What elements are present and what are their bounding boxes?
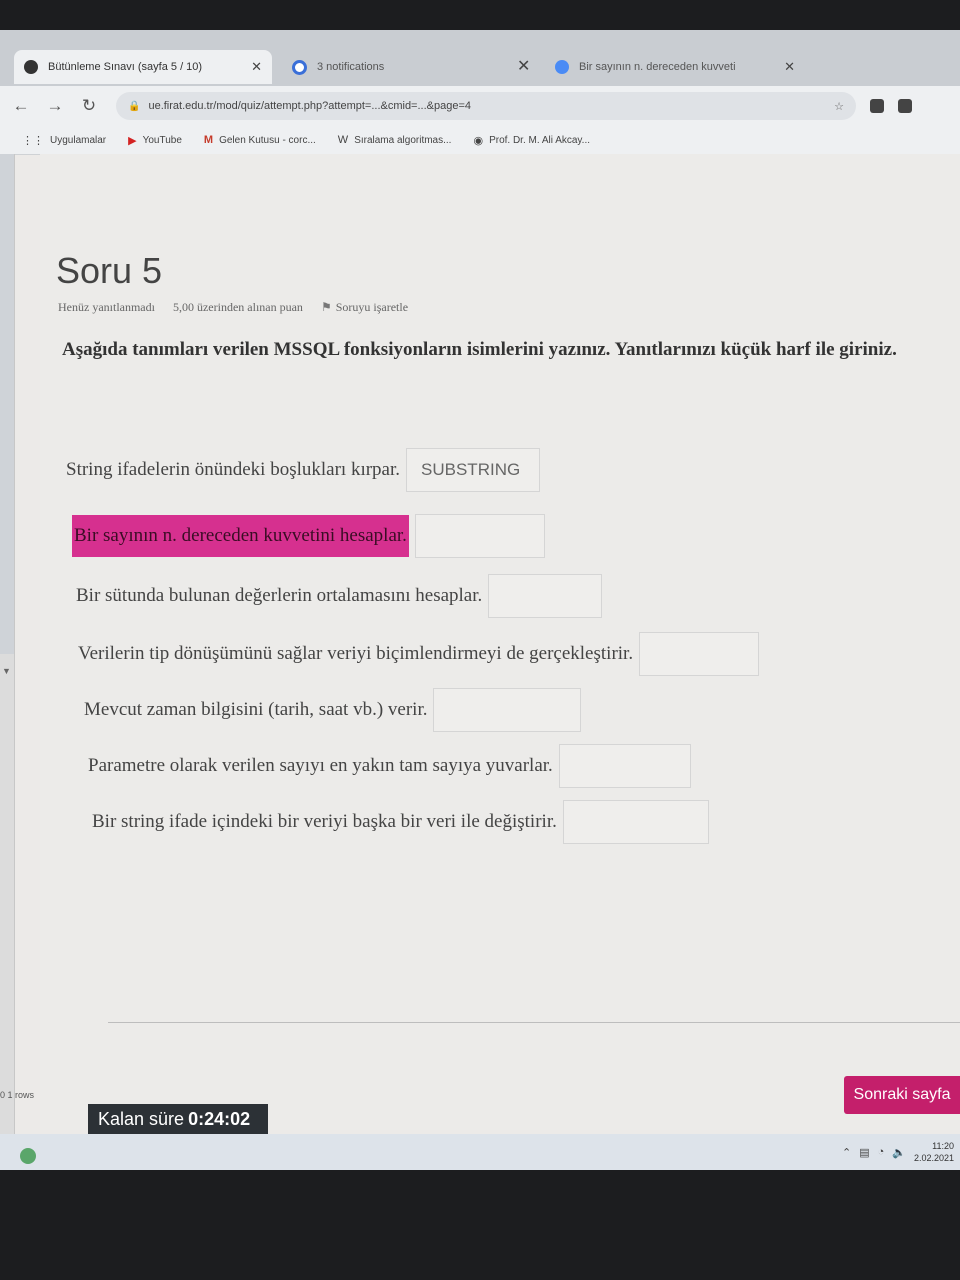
answer-label: String ifadelerin önündeki boşlukları kı… bbox=[66, 459, 401, 480]
bookmark-globe[interactable]: ◉ Prof. Dr. M. Ali Akcay... bbox=[473, 134, 590, 147]
notification-favicon-icon bbox=[292, 59, 307, 75]
volume-icon[interactable]: 🔈 bbox=[892, 1146, 906, 1159]
timer-value: 0:24:02 bbox=[188, 1108, 251, 1129]
answer-label: Bir sütunda bulunan değerlerin ortalamas… bbox=[76, 585, 483, 606]
question-info: Henüz yanıtlanmadı 5,00 üzerinden alınan… bbox=[58, 300, 408, 315]
next-page-button[interactable]: Sonraki sayfa bbox=[844, 1076, 960, 1114]
left-panel-block bbox=[0, 154, 14, 654]
answer-row: Bir string ifade içindeki bir veriyi baş… bbox=[92, 800, 709, 844]
wifi-icon[interactable]: ◔ bbox=[878, 1146, 885, 1158]
bookmark-label: Prof. Dr. M. Ali Akcay... bbox=[489, 134, 591, 146]
clock-date: 2.02.2021 bbox=[913, 1153, 954, 1163]
globe-icon: ◉ bbox=[473, 134, 484, 147]
url-text: ue.firat.edu.tr/mod/quiz/attempt.php?att… bbox=[148, 100, 472, 112]
lock-icon: 🔒 bbox=[128, 100, 141, 112]
answer-row: Bir sütunda bulunan değerlerin ortalamas… bbox=[76, 574, 603, 618]
answer-input[interactable] bbox=[406, 448, 541, 492]
question-text: Aşağıda tanımları verilen MSSQL fonksiyo… bbox=[62, 339, 897, 360]
question-title: Soru 5 bbox=[56, 250, 163, 291]
bookmarks-bar: ⋮⋮ Uygulamalar ▶ YouTube M Gelen Kutusu … bbox=[0, 126, 960, 155]
clock[interactable]: 11:20 2.02.2021 bbox=[914, 1140, 954, 1164]
answer-row: Parametre olarak verilen sayıyı en yakın… bbox=[88, 744, 691, 788]
answer-row: String ifadelerin önündeki boşlukları kı… bbox=[66, 448, 541, 492]
left-panel-sliver: ▼ bbox=[0, 154, 15, 1134]
question-status: Henüz yanıtlanmadı bbox=[58, 300, 155, 314]
answer-row-highlighted: Bir sayının n. dereceden kuvvetini hesap… bbox=[72, 514, 545, 558]
answer-label: Mevcut zaman bilgisini (tarih, saat vb.)… bbox=[84, 699, 428, 720]
answer-input[interactable] bbox=[558, 744, 691, 788]
answer-label: Parametre olarak verilen sayıyı en yakın… bbox=[88, 755, 553, 776]
divider bbox=[108, 1022, 960, 1023]
bookmark-label: Sıralama algoritmas... bbox=[354, 134, 452, 146]
tab-strip: Bütünleme Sınavı (sayfa 5 / 10) ✕ 3 noti… bbox=[0, 30, 960, 86]
answer-label: Bir sayının n. dereceden kuvvetini hesap… bbox=[72, 515, 409, 557]
back-arrow-icon[interactable]: ← bbox=[8, 96, 34, 116]
answer-row: Mevcut zaman bilgisini (tarih, saat vb.)… bbox=[84, 688, 582, 732]
bookmark-star-icon[interactable]: ☆ bbox=[834, 100, 844, 113]
moodle-favicon-icon bbox=[24, 60, 38, 74]
answer-row: Verilerin tip dönüşümünü sağlar veriyi b… bbox=[78, 632, 760, 676]
answer-label: Bir string ifade içindeki bir veriyi baş… bbox=[92, 811, 557, 832]
system-tray: ⌃ ▤ ◔ 🔈 11:20 2.02.2021 bbox=[842, 1134, 954, 1170]
tab-search[interactable]: Bir sayının n. dereceden kuvveti ✕ bbox=[545, 50, 805, 84]
timer-label: Kalan süre bbox=[98, 1108, 185, 1129]
close-tab-icon[interactable]: ✕ bbox=[784, 59, 795, 75]
close-tab-icon[interactable]: ✕ bbox=[517, 56, 530, 76]
answer-input[interactable] bbox=[639, 632, 760, 676]
tab-active-quiz[interactable]: Bütünleme Sınavı (sayfa 5 / 10) ✕ bbox=[14, 50, 272, 84]
bookmark-label: Gelen Kutusu - corc... bbox=[219, 134, 316, 146]
close-tab-icon[interactable]: ✕ bbox=[251, 59, 262, 75]
bookmark-label: Uygulamalar bbox=[50, 134, 107, 146]
google-favicon-icon bbox=[555, 60, 569, 74]
forward-arrow-icon[interactable]: → bbox=[42, 96, 68, 116]
chevron-up-icon[interactable]: ⌃ bbox=[842, 1146, 851, 1159]
extension-icon[interactable] bbox=[898, 99, 912, 113]
site-icon: W bbox=[337, 134, 349, 146]
network-icon[interactable]: ▤ bbox=[859, 1146, 869, 1159]
reload-icon[interactable]: ↻ bbox=[76, 96, 102, 116]
bookmark-gmail[interactable]: M Gelen Kutusu - corc... bbox=[204, 134, 316, 146]
answer-input[interactable] bbox=[433, 688, 582, 732]
tab-notifications[interactable]: 3 notifications bbox=[282, 50, 512, 84]
youtube-icon: ▶ bbox=[128, 134, 137, 147]
bookmark-site[interactable]: W Sıralama algoritmas... bbox=[338, 134, 452, 146]
tab-label: Bir sayının n. dereceden kuvveti bbox=[579, 61, 736, 73]
address-bar[interactable]: 🔒 ue.firat.edu.tr/mod/quiz/attempt.php?a… bbox=[116, 92, 856, 120]
answer-input[interactable] bbox=[488, 574, 603, 618]
bookmark-youtube[interactable]: ▶ YouTube bbox=[128, 134, 182, 147]
bookmark-label: YouTube bbox=[142, 134, 182, 146]
time-remaining: Kalan süre 0:24:02 bbox=[88, 1104, 268, 1134]
answer-label: Verilerin tip dönüşümünü sağlar veriyi b… bbox=[78, 643, 634, 664]
extension-icon[interactable] bbox=[870, 99, 884, 113]
answer-input[interactable] bbox=[414, 514, 545, 558]
webcam-indicator-icon bbox=[20, 1148, 36, 1164]
flag-label: Soruyu işaretle bbox=[335, 300, 409, 314]
bookmark-apps[interactable]: ⋮⋮ Uygulamalar bbox=[22, 134, 106, 147]
screen: Bütünleme Sınavı (sayfa 5 / 10) ✕ 3 noti… bbox=[0, 30, 960, 1170]
rows-info: 0 1 rows bbox=[0, 1090, 35, 1100]
clock-time: 11:20 bbox=[932, 1141, 954, 1151]
tab-label: Bütünleme Sınavı (sayfa 5 / 10) bbox=[48, 61, 203, 73]
gmail-icon: M bbox=[203, 134, 214, 146]
tab-label: 3 notifications bbox=[317, 61, 385, 73]
quiz-page: Soru 5 Henüz yanıtlanmadı 5,00 üzerinden… bbox=[40, 154, 960, 1130]
flag-icon: ⚑ bbox=[320, 300, 332, 314]
taskbar: ⌃ ▤ ◔ 🔈 11:20 2.02.2021 bbox=[0, 1134, 960, 1170]
question-points: 5,00 üzerinden alınan puan bbox=[172, 300, 303, 314]
apps-grid-icon: ⋮⋮ bbox=[22, 134, 44, 147]
browser-toolbar: ← → ↻ 🔒 ue.firat.edu.tr/mod/quiz/attempt… bbox=[0, 86, 960, 126]
chevron-down-icon[interactable]: ▼ bbox=[2, 666, 11, 676]
answer-input[interactable] bbox=[562, 800, 709, 844]
flag-question-link[interactable]: ⚑ Soruyu işaretle bbox=[321, 300, 408, 315]
